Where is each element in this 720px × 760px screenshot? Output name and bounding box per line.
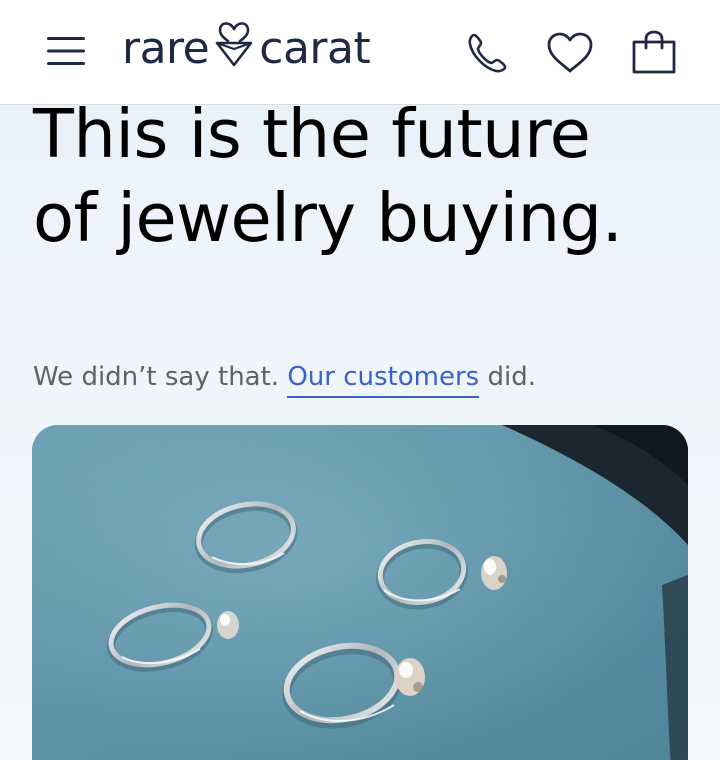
hero-section: This is the future of jewelry buying. We… <box>0 0 720 760</box>
wishlist-button[interactable] <box>544 28 596 76</box>
subheadline-prefix: We didn’t say that. <box>33 362 288 392</box>
phone-icon <box>468 33 507 73</box>
our-customers-link[interactable]: Our customers <box>287 362 480 398</box>
logo-word-carat: carat <box>259 22 371 74</box>
hero-subheadline: We didn’t say that. Our customers did. <box>33 359 536 398</box>
hero-rings-photo <box>32 425 688 760</box>
heart-gem-icon <box>215 19 253 78</box>
hamburger-menu-icon <box>47 37 85 65</box>
hero-headline: This is the future of jewelry buying. <box>33 92 693 260</box>
shopping-bag-icon <box>632 30 676 74</box>
hero-headline-line-2: of jewelry buying. <box>33 179 623 257</box>
menu-button[interactable] <box>40 28 92 74</box>
shopping-bag-button[interactable] <box>628 28 680 76</box>
rings-on-cloth-image <box>32 425 688 760</box>
subheadline-suffix: did. <box>479 362 536 392</box>
top-navigation-bar: rare carat <box>0 0 720 105</box>
rare-carat-logo[interactable]: rare carat <box>122 18 371 78</box>
call-button[interactable] <box>462 30 512 76</box>
logo-word-rare: rare <box>122 22 210 74</box>
heart-icon <box>547 32 593 73</box>
